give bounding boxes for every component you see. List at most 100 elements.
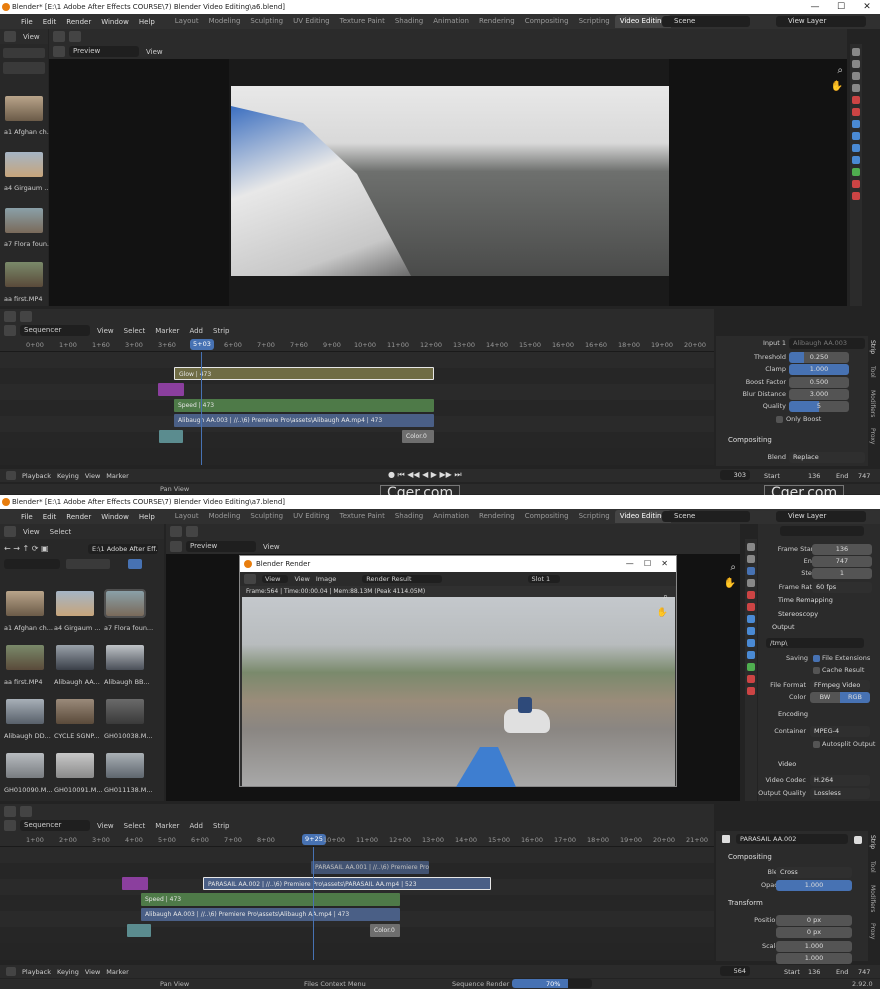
tab-layout[interactable]: Layout [170,510,204,523]
constraints-icon[interactable] [747,651,755,659]
tab-sculpting[interactable]: Sculpting [245,15,288,28]
file-name[interactable]: Alibaugh DD... [4,732,51,740]
blur-distance-field[interactable]: 3.000 [789,389,849,400]
timeline-ruler[interactable]: 1+00 2+00 3+00 4+00 5+00 6+00 7+00 8+00 … [0,833,714,847]
color-strip[interactable]: Color.0 [370,924,400,937]
sample-tool-icon[interactable] [69,31,81,42]
menu-render[interactable]: Render [61,18,96,26]
material-icon[interactable] [747,675,755,683]
file-thumbnail[interactable] [106,699,144,724]
display-mode-buttons[interactable] [66,559,110,569]
strip-name-field[interactable]: PARASAIL AA.002 [736,834,848,844]
seq-menu-add[interactable]: Add [186,822,206,830]
purple-strip[interactable] [158,383,184,396]
purple-strip[interactable] [122,877,148,890]
seq-menu-select[interactable]: Select [121,327,149,335]
tweak-tool-icon[interactable] [20,311,32,322]
file-thumbnail[interactable] [5,208,43,233]
editor-type-icon[interactable] [6,471,16,480]
tab-rendering[interactable]: Rendering [474,510,520,523]
file-name[interactable]: GH011138.M... [104,786,153,794]
render-result-field[interactable]: Render Result [362,575,442,583]
footer-view-menu[interactable]: View [85,968,100,976]
tab-uv-editing[interactable]: UV Editing [288,510,335,523]
editor-type-icon[interactable] [4,526,16,537]
seq-menu-strip[interactable]: Strip [210,327,232,335]
seq-menu-select[interactable]: Select [121,822,149,830]
editor-type-icon[interactable] [6,967,16,976]
editor-type-icon[interactable] [170,526,182,537]
render-zoom-icon[interactable]: ⌕ [663,592,668,602]
render-icon[interactable] [852,60,860,68]
texture-icon[interactable] [747,687,755,695]
tab-layout[interactable]: Layout [170,15,204,28]
input-field[interactable]: Alibaugh AA.003 [789,338,865,349]
time-remapping-section[interactable]: Time Remapping [778,596,833,604]
world-icon[interactable] [852,108,860,116]
physics-icon[interactable] [852,144,860,152]
file-search-field[interactable] [4,559,60,569]
tab-scripting[interactable]: Scripting [574,510,615,523]
menu-render[interactable]: Render [61,513,96,521]
file-name[interactable]: a1 Afghan ch... [4,128,53,136]
tab-animation[interactable]: Animation [428,15,474,28]
data-icon[interactable] [852,168,860,176]
output-icon[interactable] [747,567,755,575]
file-thumbnail[interactable] [6,645,44,670]
editor-type-icon[interactable] [4,325,16,336]
frame-rate-dropdown[interactable]: 60 fps [812,582,872,593]
render-icon[interactable] [747,555,755,563]
preview-view-menu[interactable]: View [143,48,166,56]
file-thumbnail[interactable] [106,645,144,670]
editor-type-icon[interactable] [53,31,65,42]
tab-modeling[interactable]: Modeling [204,510,246,523]
file-name[interactable]: GH010038.M... [104,732,153,740]
start-field[interactable]: 136 [808,968,820,976]
minimize-icon[interactable]: — [802,0,828,14]
file-thumbnail[interactable] [106,753,144,778]
tab-sculpting[interactable]: Sculpting [245,510,288,523]
output-section[interactable]: Output [772,623,795,631]
file-thumbnail[interactable] [5,96,43,121]
editor-type-icon[interactable] [53,46,65,57]
render-pan-icon[interactable]: ✋ [657,608,668,618]
frame-end-field[interactable]: 747 [812,556,872,567]
stereoscopy-section[interactable]: Stereoscopy [778,610,818,618]
file-thumbnail[interactable] [6,699,44,724]
quality-slider[interactable]: 5 [789,401,849,412]
video-section[interactable]: Video [778,760,796,768]
world-icon[interactable] [747,603,755,611]
container-dropdown[interactable]: MPEG-4 [810,726,870,737]
file-name[interactable]: aa first.MP4 [4,295,42,303]
tab-strip[interactable]: Strip [869,340,876,354]
zoom-icon[interactable]: ⌕ [837,65,843,76]
tab-proxy[interactable]: Proxy [869,428,876,444]
playback-controls[interactable]: ● ⏮ ◀◀ ◀ ▶ ▶▶ ⏭ [388,470,462,480]
pan-hand-icon[interactable]: ✋ [831,81,843,92]
playback-menu[interactable]: Playback [22,472,51,480]
menu-window[interactable]: Window [96,18,134,26]
position-x-field[interactable]: 0 px [776,915,852,926]
nav-buttons[interactable]: ← → ↑ ⟳ ▣ [4,544,49,553]
file-thumbnail[interactable] [6,753,44,778]
output-quality-dropdown[interactable]: Lossless [810,788,870,799]
editor-type-icon[interactable] [244,574,256,584]
tool-icon[interactable] [852,48,860,56]
physics-icon[interactable] [747,639,755,647]
tab-shading[interactable]: Shading [390,510,428,523]
data-icon[interactable] [747,663,755,671]
tab-modeling[interactable]: Modeling [204,15,246,28]
file-thumbnail[interactable] [5,262,43,287]
tab-modifiers[interactable]: Modifiers [869,885,876,912]
start-field[interactable]: 136 [808,472,820,480]
current-frame-indicator[interactable]: 5+03 [190,339,214,350]
sequencer-mode-dropdown[interactable]: Sequencer [20,820,90,831]
frame-step-field[interactable]: 1 [812,568,872,579]
menu-help[interactable]: Help [134,18,160,26]
tab-rendering[interactable]: Rendering [474,15,520,28]
file-thumbnail[interactable] [6,591,44,616]
modifier-icon[interactable] [747,615,755,623]
file-name[interactable]: Alibaugh AA... [54,678,100,686]
tab-uv-editing[interactable]: UV Editing [288,15,335,28]
video-codec-dropdown[interactable]: H.264 [810,775,870,786]
